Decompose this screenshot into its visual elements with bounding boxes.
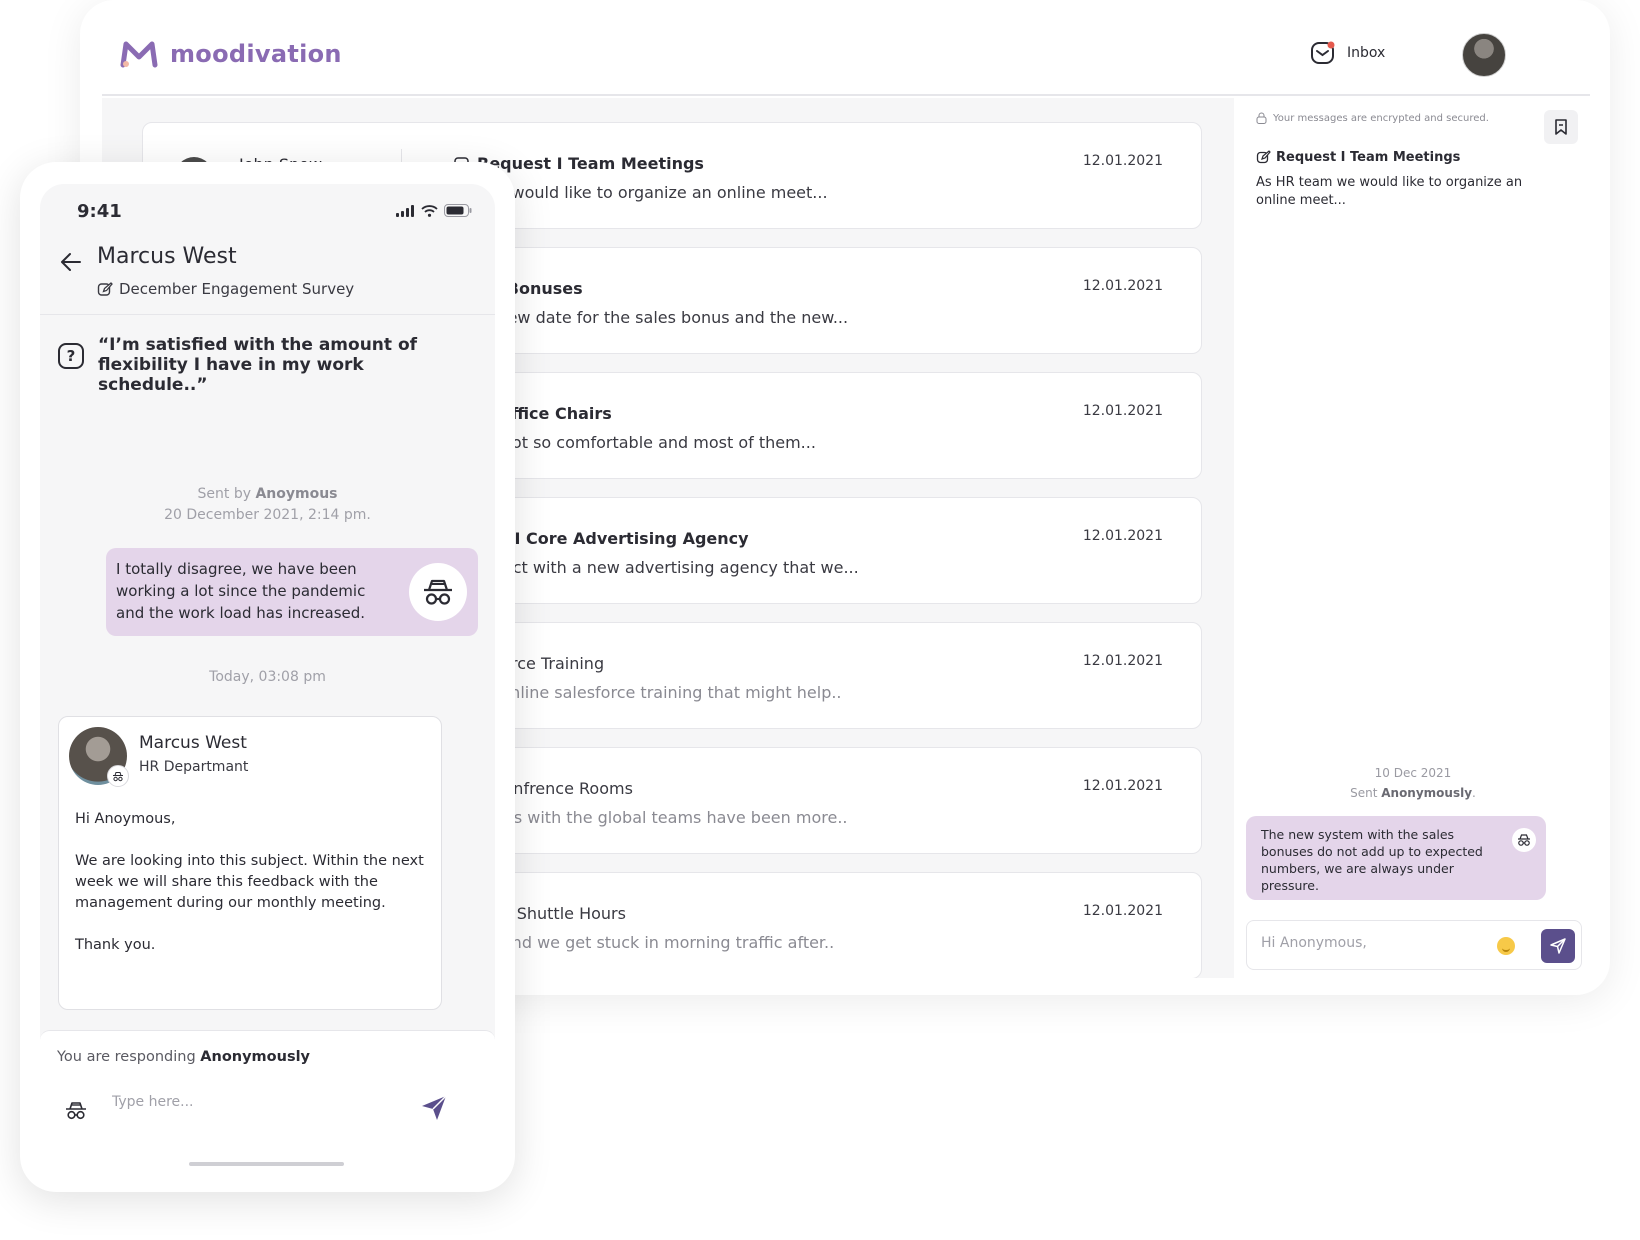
user-avatar[interactable] [1462, 33, 1506, 77]
battery-icon [444, 204, 472, 217]
message-date: 12.01.2021 [1082, 653, 1163, 669]
send-icon [1550, 938, 1566, 954]
incognito-icon [409, 563, 467, 621]
bookmark-icon [1555, 119, 1567, 135]
brand-logo[interactable]: moodivation [120, 40, 342, 68]
encryption-note: Your messages are encrypted and secured. [1256, 112, 1489, 124]
survey-question: “I’m satisfied with the amount of flexib… [98, 335, 418, 395]
emoji-icon[interactable] [1497, 937, 1515, 955]
anonymous-message-bubble: The new system with the sales bonuses do… [1246, 816, 1546, 900]
signal-icon [396, 204, 414, 217]
back-arrow-icon[interactable] [60, 252, 82, 272]
detail-text: As HR team we would like to organize an … [1256, 175, 1523, 208]
reply-sender-department: HR Departmant [139, 759, 249, 775]
lock-icon [1256, 112, 1267, 124]
mobile-screen: 9:41 Marcus West December Engagement Sur… [40, 184, 495, 1172]
hr-reply-card: Marcus West HR Departmant Hi Anoymous, W… [58, 716, 442, 1010]
responding-mode-label: You are responding Anonymously [57, 1049, 311, 1065]
reply-box [1246, 920, 1582, 970]
question-icon: ? [58, 343, 84, 369]
incognito-icon [113, 771, 123, 781]
detail-title: Request I Team Meetings [1256, 150, 1460, 165]
incognito-icon [1512, 828, 1536, 852]
reply-sender-name: Marcus West [139, 733, 247, 753]
survey-icon [97, 281, 113, 296]
message-date: 12.01.2021 [1082, 903, 1163, 919]
anonymous-message-bubble: I totally disagree, we have been working… [106, 548, 478, 636]
sent-date: 20 December 2021, 2:14 pm. [164, 507, 371, 523]
inbox-label: Inbox [1347, 45, 1386, 61]
moodivation-logo-icon [120, 41, 158, 68]
message-date: 12.01.2021 [1082, 153, 1163, 169]
send-button[interactable] [1541, 929, 1575, 963]
message-date: 12.01.2021 [1082, 278, 1163, 294]
status-time: 9:41 [77, 201, 122, 222]
bookmark-button[interactable] [1544, 110, 1578, 144]
incognito-toggle-icon[interactable] [64, 1099, 88, 1121]
today-timestamp: Today, 03:08 pm [209, 669, 326, 685]
message-detail-panel: Your messages are encrypted and secured.… [1234, 98, 1590, 978]
survey-label: December Engagement Survey [97, 280, 354, 298]
contact-name: Marcus West [97, 244, 237, 269]
incognito-badge [107, 765, 129, 787]
wifi-icon [421, 204, 438, 217]
brand-name: moodivation [170, 40, 342, 68]
status-icons [396, 204, 472, 217]
mail-icon [1311, 41, 1335, 64]
message-date: 12.01.2021 [1082, 403, 1163, 419]
reply-input[interactable] [1261, 935, 1491, 951]
top-bar: moodivation Inbox [102, 0, 1590, 96]
message-input[interactable] [112, 1094, 402, 1110]
home-indicator [189, 1162, 344, 1166]
edit-icon [1256, 150, 1271, 164]
send-icon[interactable] [420, 1094, 448, 1122]
mobile-device: 9:41 Marcus West December Engagement Sur… [20, 162, 515, 1192]
header-divider [40, 314, 495, 315]
reply-body: Hi Anoymous, We are looking into this su… [75, 811, 424, 953]
bubble-date: 10 Dec 2021 [1374, 766, 1452, 780]
sent-anonymously-label: Sent Anonymously. [1350, 786, 1476, 800]
compose-panel: You are responding Anonymously [40, 1030, 495, 1172]
sent-by-label: Sent by Anoymous [197, 486, 338, 502]
message-date: 12.01.2021 [1082, 528, 1163, 544]
inbox-button[interactable]: Inbox [1310, 40, 1385, 66]
message-date: 12.01.2021 [1082, 778, 1163, 794]
